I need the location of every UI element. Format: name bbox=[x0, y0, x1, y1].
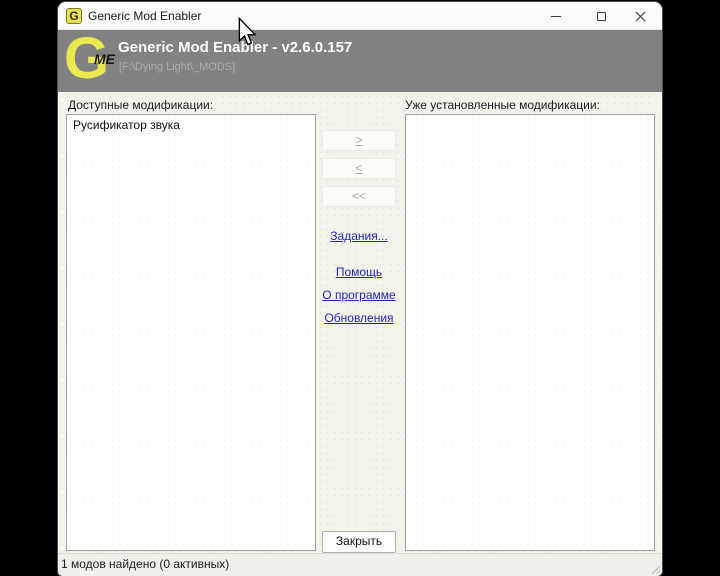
deactivate-all-mods-button[interactable]: << bbox=[322, 186, 396, 207]
app-icon: G bbox=[66, 8, 82, 24]
maximize-icon bbox=[597, 12, 606, 21]
resize-grip-icon[interactable] bbox=[650, 564, 660, 574]
mods-folder-path: [F:\Dying Light\_MODS] bbox=[119, 61, 235, 73]
updates-link[interactable]: Обновления bbox=[296, 311, 422, 325]
titlebar[interactable]: G Generic Mod Enabler bbox=[58, 2, 662, 30]
app-version-title: Generic Mod Enabler - v2.6.0.157 bbox=[118, 39, 352, 56]
deactivate-all-mods-label: << bbox=[352, 189, 366, 203]
activate-mod-label: > bbox=[355, 133, 362, 147]
deactivate-mod-button[interactable]: < bbox=[322, 158, 396, 179]
activate-mod-button[interactable]: > bbox=[322, 130, 396, 151]
status-text: 1 модов найдено (0 активных) bbox=[61, 557, 229, 571]
list-item[interactable]: Русификатор звука bbox=[67, 115, 315, 134]
available-mods-label: Доступные модификации: bbox=[68, 98, 213, 112]
window-title: Generic Mod Enabler bbox=[88, 9, 201, 23]
about-link[interactable]: О программе bbox=[296, 288, 422, 302]
app-window: G Generic Mod Enabler G ME Generic Mod E… bbox=[58, 2, 662, 576]
screen-background: { "titlebar": { "icon_letter": "G", "tit… bbox=[0, 0, 720, 576]
installed-mods-label: Уже установленные модификации: bbox=[405, 98, 600, 112]
deactivate-mod-label: < bbox=[355, 161, 362, 175]
statusbar: 1 модов найдено (0 активных) bbox=[58, 553, 662, 576]
minimize-icon bbox=[551, 16, 561, 17]
maximize-button[interactable] bbox=[579, 2, 623, 30]
minimize-button[interactable] bbox=[534, 2, 578, 30]
tasks-link[interactable]: Задания... bbox=[296, 229, 422, 243]
gme-logo-me-text: ME bbox=[94, 51, 115, 67]
close-window-button[interactable] bbox=[618, 2, 662, 30]
help-link[interactable]: Помощь bbox=[296, 265, 422, 279]
app-banner: G ME Generic Mod Enabler - v2.6.0.157 [F… bbox=[58, 30, 662, 92]
installed-mods-listbox[interactable] bbox=[405, 114, 655, 551]
close-icon bbox=[635, 11, 646, 22]
close-button[interactable]: Закрыть bbox=[322, 531, 396, 553]
available-mods-listbox[interactable]: Русификатор звука bbox=[66, 114, 316, 551]
